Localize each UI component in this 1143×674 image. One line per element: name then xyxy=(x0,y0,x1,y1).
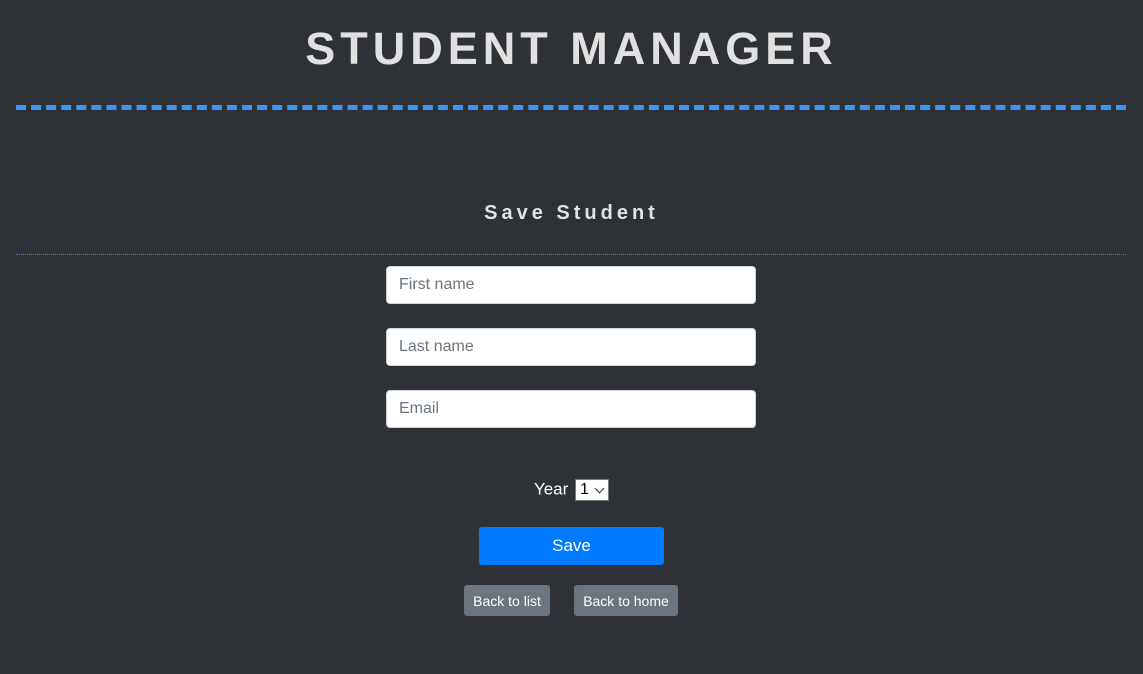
first-name-input[interactable] xyxy=(386,266,756,304)
form-divider xyxy=(16,254,1126,255)
chevron-down-icon xyxy=(594,483,605,493)
save-button[interactable]: Save xyxy=(479,527,664,565)
year-label: Year xyxy=(533,479,569,499)
back-to-list-button[interactable]: Back to list xyxy=(464,585,550,616)
app-title: STUDENT MANAGER xyxy=(305,23,838,74)
year-field: Year 1 xyxy=(0,478,1143,501)
last-name-input[interactable] xyxy=(386,328,756,366)
year-select[interactable]: 1 xyxy=(575,478,610,501)
form-title: Save Student xyxy=(484,202,659,224)
year-select-value: 1 xyxy=(580,480,589,498)
title-divider xyxy=(16,105,1126,110)
email-input[interactable] xyxy=(386,390,756,428)
back-to-home-button[interactable]: Back to home xyxy=(574,585,678,616)
